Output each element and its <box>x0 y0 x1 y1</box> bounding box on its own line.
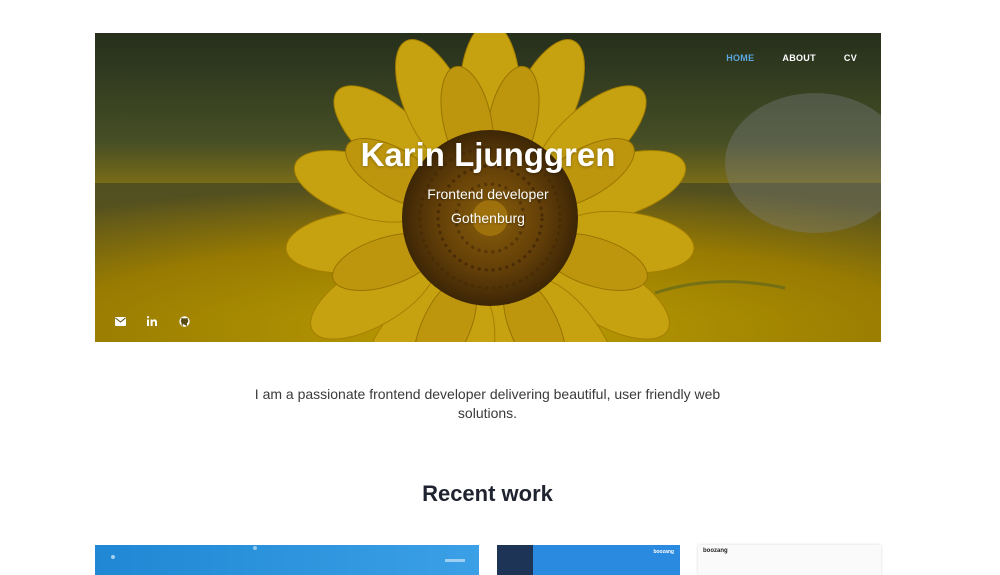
project-2-brand: boozang <box>653 549 674 555</box>
project-card-1[interactable] <box>95 545 479 575</box>
nav-cv-link[interactable]: CV <box>844 53 857 63</box>
project-1-thumbnail <box>111 546 465 562</box>
nav-about-link[interactable]: ABOUT <box>782 53 816 63</box>
github-icon[interactable] <box>178 315 190 327</box>
recent-work-title: Recent work <box>422 481 553 506</box>
envelope-icon[interactable] <box>114 315 126 327</box>
hero-role: Frontend developer <box>427 186 549 202</box>
project-3-brand: boozang <box>703 548 728 554</box>
project-2-sidebar <box>497 545 533 575</box>
hero-name: Karin Ljunggren <box>360 136 616 173</box>
social-links <box>114 315 190 327</box>
hero-location: Gothenburg <box>451 210 525 226</box>
nav-home-link[interactable]: HOME <box>726 53 754 63</box>
linkedin-icon[interactable] <box>146 315 158 327</box>
project-card-3[interactable]: boozang <box>698 545 881 575</box>
hero-banner: HOME ABOUT CV Karin Ljunggren Frontend d… <box>95 33 881 342</box>
main-nav: HOME ABOUT CV <box>726 53 857 63</box>
intro-text: I am a passionate frontend developer del… <box>254 386 721 421</box>
project-card-2[interactable]: boozang <box>497 545 680 575</box>
